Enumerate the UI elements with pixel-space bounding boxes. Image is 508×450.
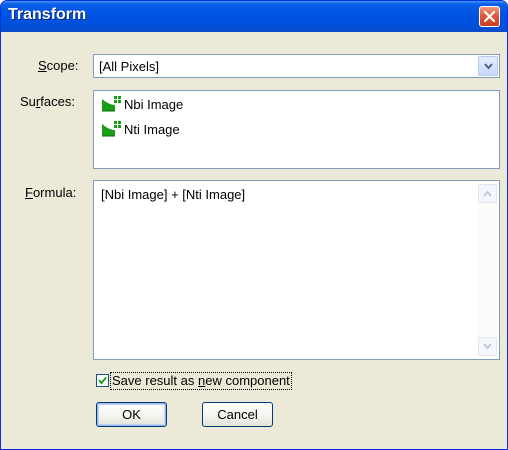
cancel-button[interactable]: Cancel bbox=[202, 402, 273, 427]
scope-dropdown[interactable]: [All Pixels] bbox=[93, 54, 500, 78]
ok-button[interactable]: OK bbox=[96, 402, 167, 427]
surface-icon bbox=[102, 96, 121, 112]
save-result-label[interactable]: Save result as new component bbox=[110, 372, 292, 390]
formula-text: [Nbi Image] + [Nti Image] bbox=[101, 187, 246, 202]
save-result-checkbox[interactable] bbox=[96, 374, 109, 387]
scope-label: Scope: bbox=[38, 58, 79, 73]
transform-dialog: Transform Scope: [All Pixels] Surfaces: bbox=[0, 0, 508, 450]
surface-icon bbox=[102, 121, 121, 137]
chevron-down-icon bbox=[484, 63, 493, 70]
surfaces-label: Surfaces: bbox=[20, 94, 75, 109]
scope-dropdown-button[interactable] bbox=[478, 56, 498, 76]
formula-label: Formula: bbox=[25, 185, 77, 200]
checkmark-icon bbox=[98, 376, 107, 385]
window-title: Transform bbox=[8, 6, 87, 23]
close-icon bbox=[484, 11, 495, 22]
chevron-up-icon bbox=[483, 190, 492, 197]
surfaces-list[interactable]: Nbi Image Nti Image bbox=[93, 90, 500, 169]
chevron-down-icon bbox=[483, 343, 492, 350]
title-bar[interactable]: Transform bbox=[1, 1, 507, 32]
formula-scrollbar[interactable] bbox=[478, 184, 497, 356]
close-button[interactable] bbox=[479, 6, 500, 27]
surface-label: Nbi Image bbox=[124, 97, 184, 112]
dialog-body: Scope: [All Pixels] Surfaces: Nbi Image bbox=[4, 32, 503, 446]
formula-input[interactable]: [Nbi Image] + [Nti Image] bbox=[93, 180, 500, 360]
scroll-up-button[interactable] bbox=[478, 184, 497, 203]
scope-value: [All Pixels] bbox=[99, 59, 159, 74]
surface-label: Nti Image bbox=[124, 122, 180, 137]
scroll-down-button[interactable] bbox=[478, 337, 497, 356]
